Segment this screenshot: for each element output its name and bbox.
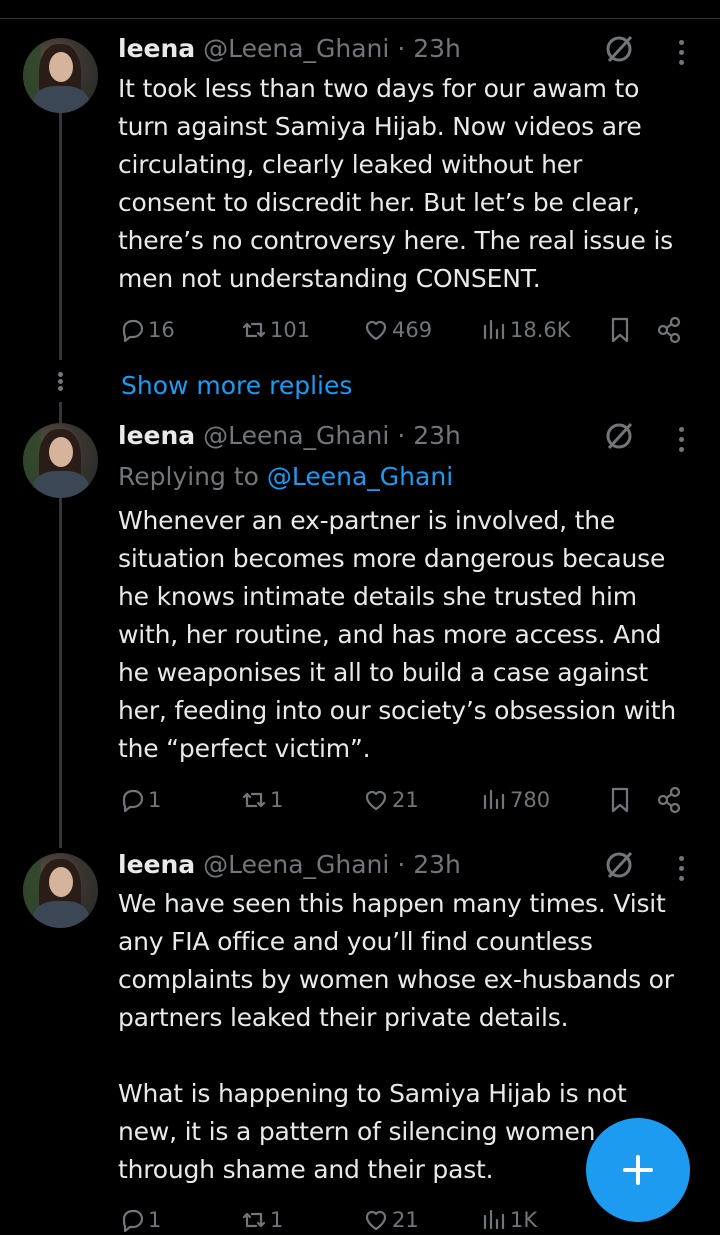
views-icon [483, 789, 505, 810]
reply-count: 1 [148, 788, 162, 812]
views-icon [483, 319, 505, 340]
like-button[interactable]: 21 [362, 1205, 419, 1235]
avatar[interactable] [23, 853, 98, 928]
repost-button[interactable]: 1 [240, 1205, 283, 1235]
author-name[interactable]: leena [118, 850, 195, 879]
like-button[interactable]: 469 [362, 315, 432, 345]
repost-count: 1 [270, 788, 284, 812]
like-icon [365, 1210, 387, 1231]
replying-to: Replying to @Leena_Ghani [118, 461, 453, 493]
view-count: 1K [510, 1208, 538, 1232]
reply-button[interactable]: 1 [118, 1205, 161, 1235]
like-button[interactable]: 21 [362, 785, 419, 815]
bookmark-icon[interactable] [606, 315, 634, 345]
repost-icon [242, 792, 266, 808]
reply-count: 16 [148, 318, 175, 342]
bookmark-icon[interactable] [606, 785, 634, 815]
reply-button[interactable]: 16 [118, 315, 175, 345]
reply-icon [122, 1209, 144, 1233]
repost-button[interactable]: 1 [240, 785, 283, 815]
reply-icon [122, 789, 144, 813]
more-icon[interactable] [679, 40, 685, 70]
tweet-header: leena @Leena_Ghani · 23h [118, 420, 461, 452]
share-icon[interactable] [655, 315, 683, 345]
like-count: 21 [392, 788, 419, 812]
show-more-replies-link[interactable]: Show more replies [121, 369, 352, 403]
views-button[interactable]: 18.6K [480, 315, 571, 345]
author-handle[interactable]: @Leena_Ghani [203, 421, 389, 450]
like-count: 21 [392, 1208, 419, 1232]
grok-icon[interactable] [604, 421, 634, 451]
author-handle[interactable]: @Leena_Ghani [203, 34, 389, 63]
view-count: 18.6K [510, 318, 571, 342]
views-icon [483, 1209, 505, 1230]
like-count: 469 [392, 318, 433, 342]
grok-icon[interactable] [604, 34, 634, 64]
author-handle[interactable]: @Leena_Ghani [203, 850, 389, 879]
tweet-text: It took less than two days for our awam … [118, 74, 674, 293]
like-icon [365, 790, 387, 811]
tweet-actions: 16 101 469 18.6K [118, 315, 688, 345]
like-icon [365, 320, 387, 341]
avatar[interactable] [23, 423, 98, 498]
share-icon[interactable] [655, 785, 683, 815]
timestamp[interactable]: · 23h [397, 850, 461, 879]
timestamp[interactable]: · 23h [397, 34, 461, 63]
thread-line [59, 402, 62, 424]
repost-count: 1 [270, 1208, 284, 1232]
views-button[interactable]: 780 [480, 785, 550, 815]
compose-plus-icon [623, 1155, 653, 1185]
replying-to-label: Replying to [118, 462, 267, 491]
reply-button[interactable]: 1 [118, 785, 161, 815]
more-icon[interactable] [679, 427, 685, 457]
tweet-text: Whenever an ex-partner is involved, the … [118, 506, 677, 763]
views-button[interactable]: 1K [480, 1205, 537, 1235]
reply-count: 1 [148, 1208, 162, 1232]
view-count: 780 [510, 788, 551, 812]
tweet-header: leena @Leena_Ghani · 23h [118, 33, 461, 65]
tweet-actions: 1 1 21 1K [118, 1205, 688, 1235]
repost-icon [242, 322, 266, 338]
repost-button[interactable]: 101 [240, 315, 310, 345]
compose-button[interactable] [586, 1118, 690, 1222]
grok-icon[interactable] [604, 850, 634, 880]
more-icon[interactable] [679, 856, 685, 886]
top-divider [0, 18, 720, 19]
thread-line [59, 112, 62, 360]
thread-line [59, 498, 62, 848]
reply-icon [122, 319, 144, 343]
tweet-header: leena @Leena_Ghani · 23h [118, 849, 461, 881]
replying-to-handle[interactable]: @Leena_Ghani [267, 462, 453, 491]
avatar[interactable] [23, 38, 98, 113]
author-name[interactable]: leena [118, 34, 195, 63]
repost-icon [242, 1212, 266, 1228]
tweet-actions: 1 1 21 780 [118, 785, 688, 815]
repost-count: 101 [270, 318, 311, 342]
timestamp[interactable]: · 23h [397, 421, 461, 450]
thread-gap-dots [57, 370, 64, 393]
author-name[interactable]: leena [118, 421, 195, 450]
